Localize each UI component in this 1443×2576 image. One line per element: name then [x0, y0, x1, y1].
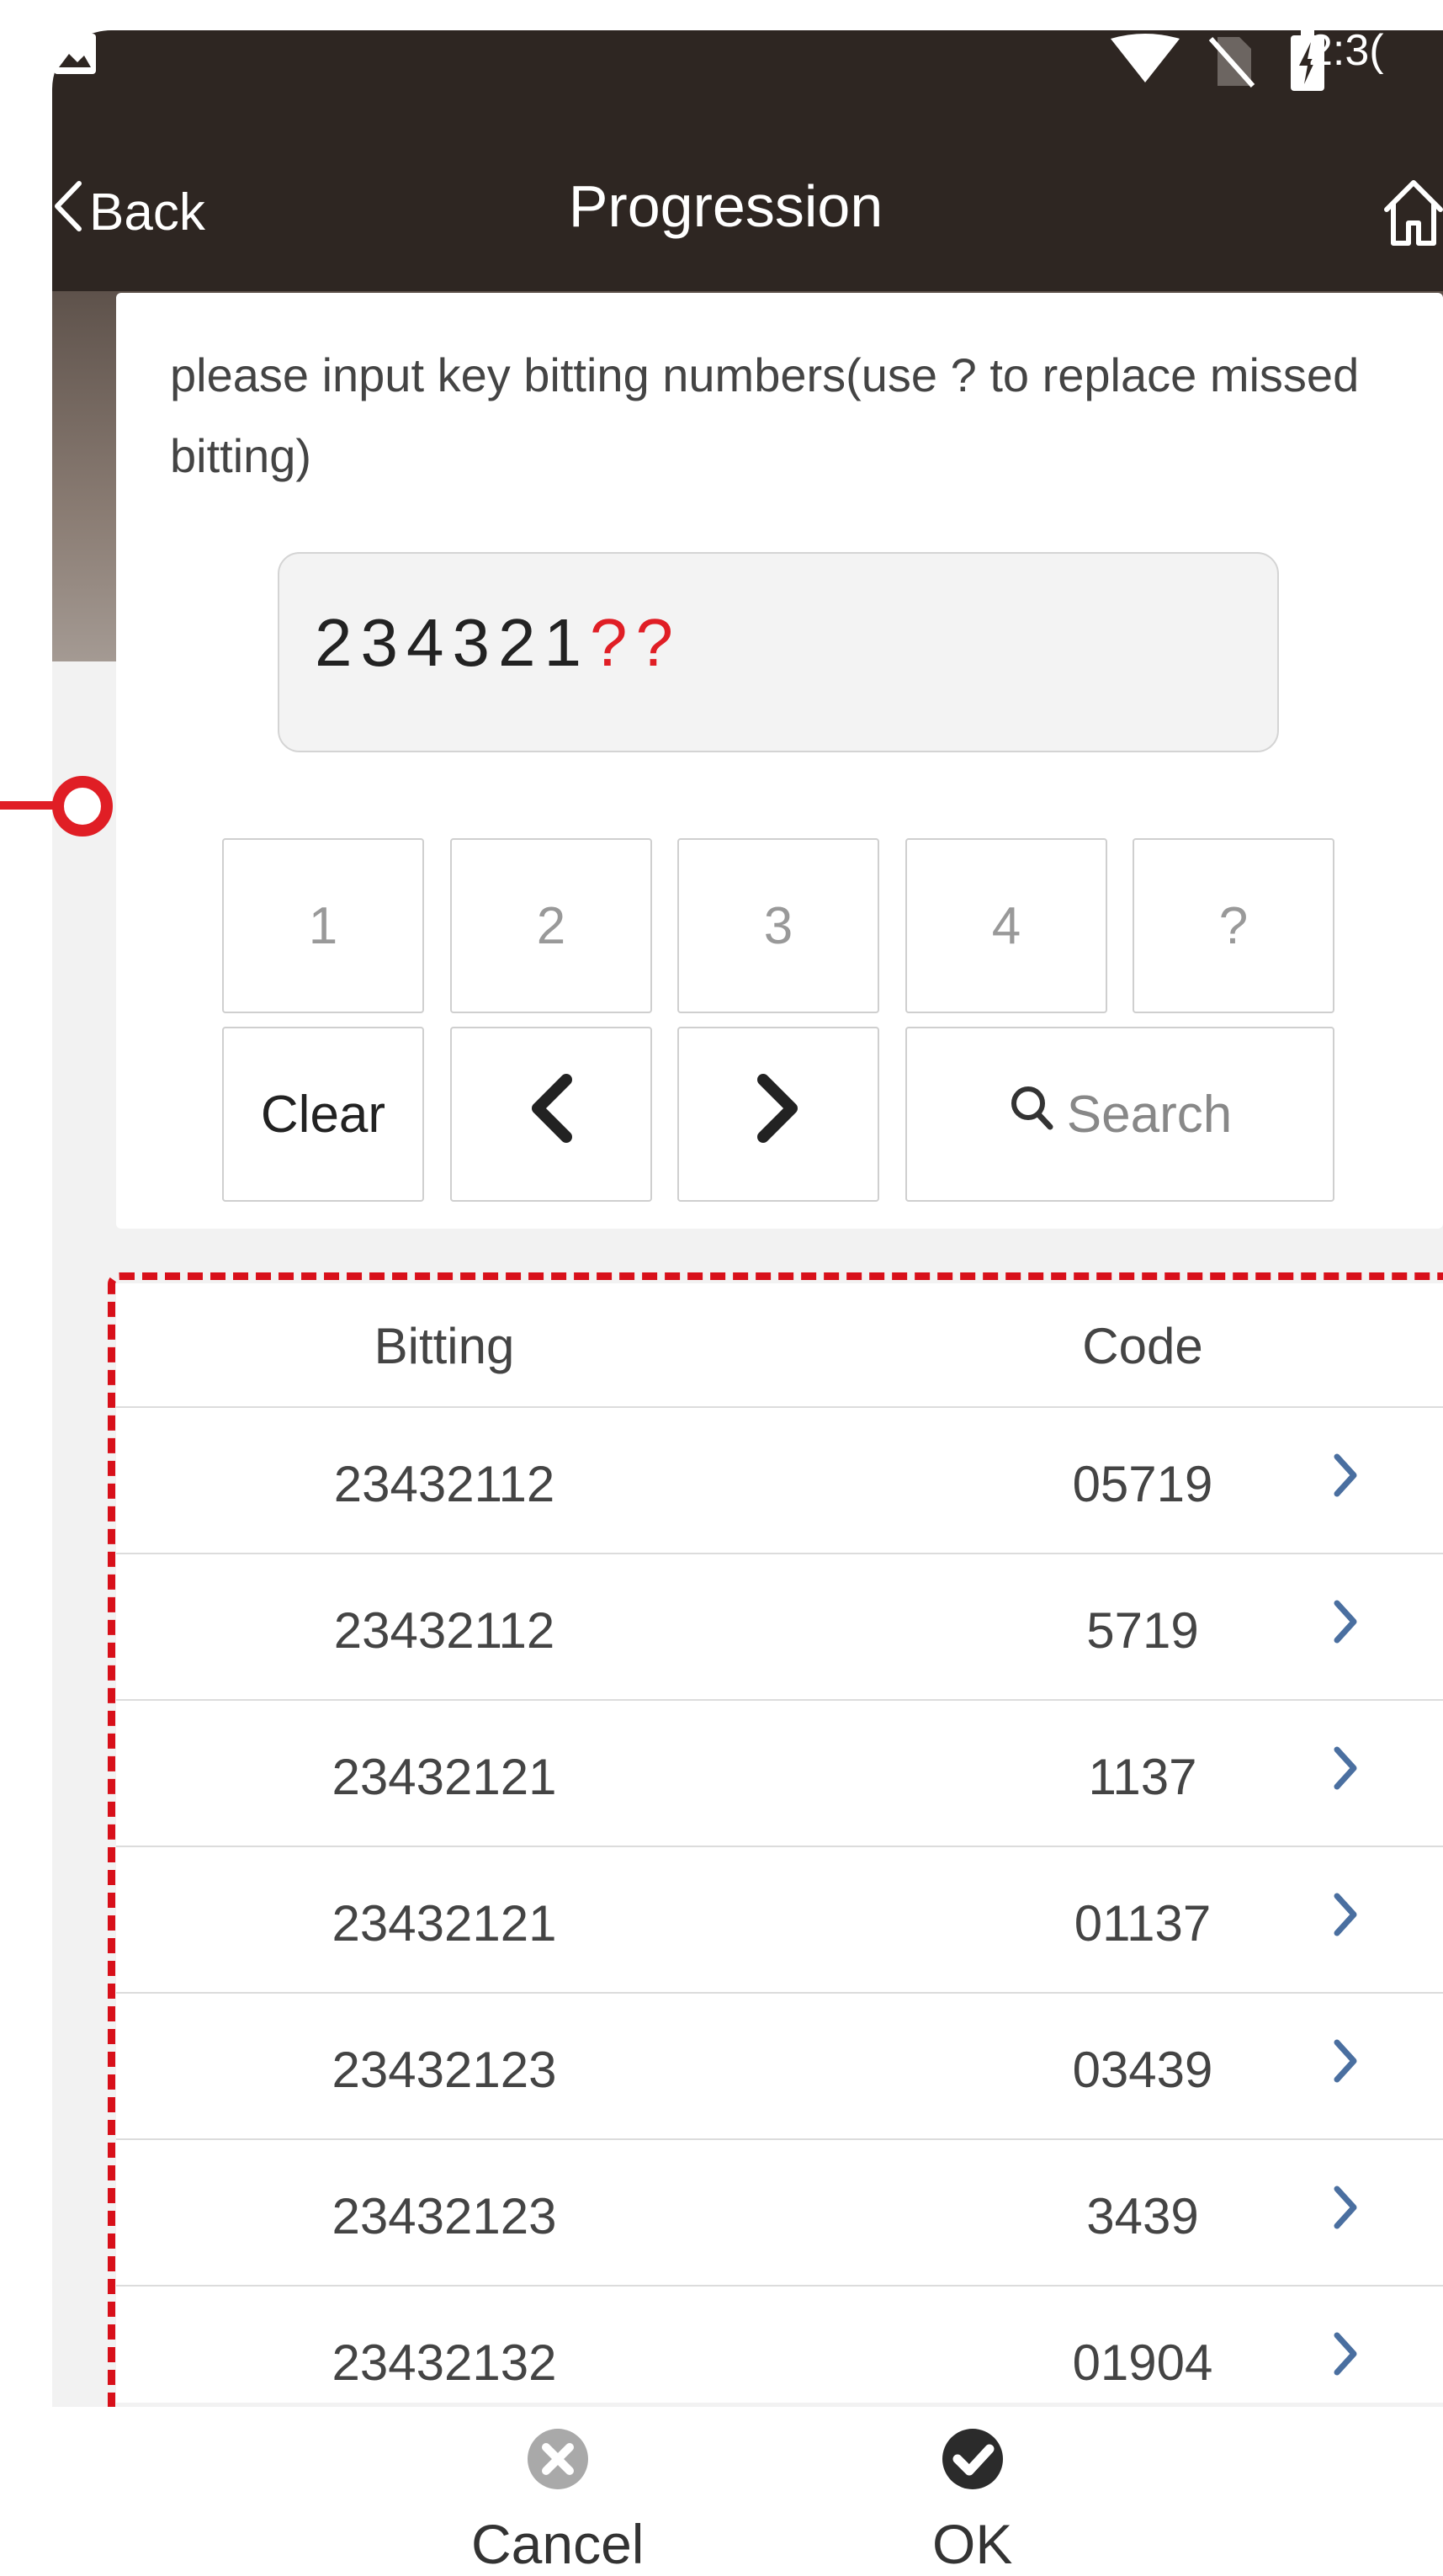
cancel-button[interactable]: Cancel	[471, 2425, 644, 2576]
search-icon	[1008, 1083, 1055, 1146]
instruction-text: please input key bitting numbers(use ? t…	[170, 348, 1360, 482]
bitting-input-field[interactable]: 234321??	[278, 552, 1279, 752]
chevron-left-icon	[528, 1073, 575, 1156]
callout-marker	[52, 776, 113, 837]
clear-button[interactable]: Clear	[222, 1027, 424, 1202]
key-3[interactable]: 3	[677, 838, 879, 1013]
no-sim-icon	[1206, 34, 1256, 93]
search-button[interactable]: Search	[905, 1027, 1334, 1202]
highlight-box	[108, 1272, 1443, 2419]
bitting-missing-marker: ??	[589, 605, 682, 680]
status-time: 2:3(	[1308, 26, 1384, 75]
image-icon	[52, 32, 98, 80]
bitting-known-digits: 234321	[315, 605, 590, 680]
cursor-left-button[interactable]	[450, 1027, 652, 1202]
key-1[interactable]: 1	[222, 838, 424, 1013]
home-icon[interactable]	[1380, 173, 1443, 254]
key-4[interactable]: 4	[905, 838, 1107, 1013]
cursor-right-button[interactable]	[677, 1027, 879, 1202]
dialog-footer: Cancel OK	[52, 2407, 1443, 2576]
key-question[interactable]: ?	[1133, 838, 1334, 1013]
search-label: Search	[1066, 1085, 1233, 1144]
bitting-input-dialog: please input key bitting numbers(use ? t…	[116, 293, 1443, 1229]
key-2[interactable]: 2	[450, 838, 652, 1013]
cancel-label: Cancel	[471, 2513, 645, 2575]
check-icon	[939, 2425, 1006, 2505]
wifi-icon	[1109, 34, 1181, 88]
cancel-icon	[524, 2425, 592, 2505]
page-title: Progression	[568, 173, 883, 239]
ok-label: OK	[932, 2513, 1013, 2575]
ok-button[interactable]: OK	[932, 2425, 1012, 2576]
bitting-value: 234321??	[315, 604, 682, 682]
chevron-right-icon	[755, 1073, 802, 1156]
